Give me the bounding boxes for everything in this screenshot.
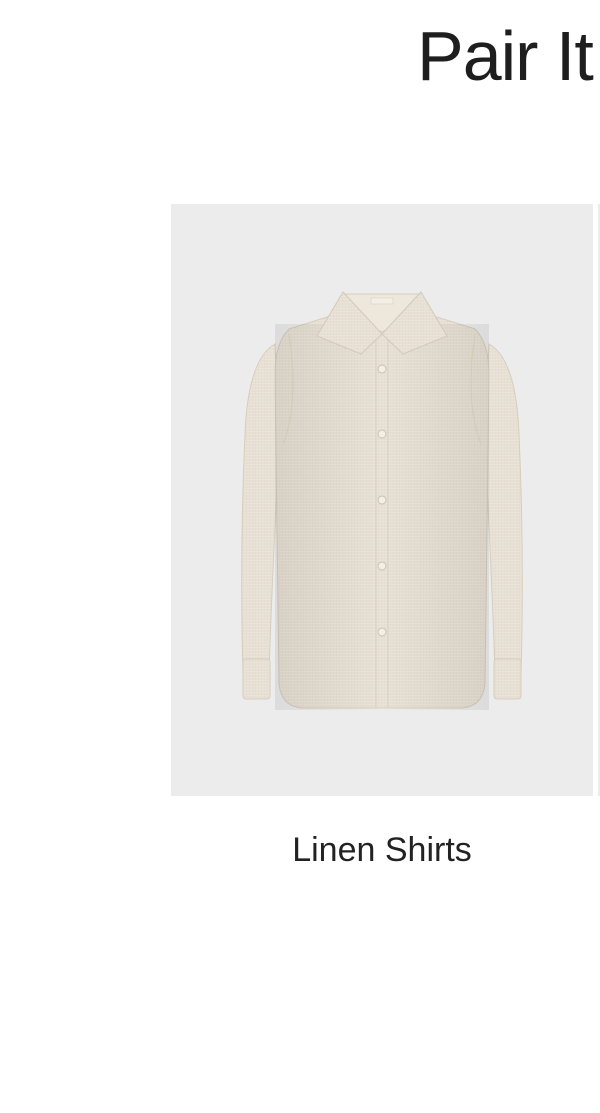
product-card-linen-shirts[interactable]: Linen Shirts bbox=[171, 204, 593, 884]
product-label[interactable]: Linen Shirts bbox=[171, 830, 593, 870]
product-image[interactable] bbox=[171, 204, 593, 796]
section-title: Pair It bbox=[417, 17, 594, 95]
linen-shirt-image bbox=[241, 291, 523, 710]
